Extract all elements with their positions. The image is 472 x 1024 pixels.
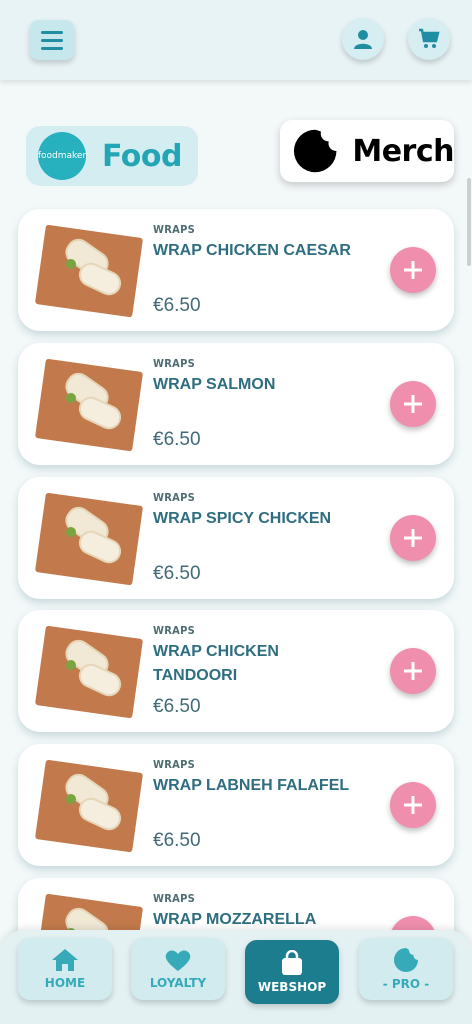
pro-icon: [394, 948, 418, 972]
product-category: WRAPS: [153, 223, 196, 236]
nav-loyalty-label: LOYALTY: [149, 976, 207, 990]
add-to-cart-button[interactable]: [390, 247, 436, 293]
hamburger-line: [41, 46, 63, 50]
hamburger-line: [41, 38, 63, 42]
account-button[interactable]: [342, 18, 384, 60]
product-image: [34, 224, 144, 318]
product-name: WRAP SPICY CHICKEN: [153, 510, 332, 527]
product-image: [34, 625, 144, 719]
category-label-merch: Merch: [352, 133, 454, 169]
add-to-cart-button[interactable]: [390, 782, 436, 828]
product-name: WRAP MOZZARELLA: [153, 911, 317, 928]
product-name: WRAP CHICKEN TANDOORI: [153, 643, 279, 684]
product-card[interactable]: WRAPS WRAP CHICKEN TANDOORI €6.50: [18, 610, 454, 732]
nav-pro-label: - PRO -: [382, 977, 430, 991]
product-card[interactable]: WRAPS WRAP LABNEH FALAFEL €6.50: [18, 744, 454, 866]
product-name: WRAP CHICKEN CAESAR: [153, 242, 351, 259]
add-to-cart-button[interactable]: [390, 648, 436, 694]
product-category: WRAPS: [153, 758, 196, 771]
cart-button[interactable]: [408, 18, 450, 60]
scrollbar-thumb[interactable]: [467, 178, 471, 266]
hamburger-menu-icon: [41, 30, 63, 34]
product-image: [34, 492, 144, 586]
add-to-cart-button[interactable]: [390, 515, 436, 561]
bottom-navigation: HOME LOYALTY WEBSHOP - PRO -: [0, 930, 472, 1024]
top-bar: [0, 0, 472, 80]
product-name: WRAP SALMON: [153, 376, 276, 393]
nav-home[interactable]: HOME: [18, 938, 112, 1000]
menu-button[interactable]: [30, 20, 74, 60]
product-card[interactable]: WRAPS WRAP SALMON €6.50: [18, 343, 454, 465]
shopping-bag-icon: [282, 950, 302, 975]
plus-icon: [404, 395, 422, 413]
merch-logo-icon: [293, 129, 337, 173]
home-icon: [52, 949, 78, 971]
category-label-food: Food: [102, 138, 182, 174]
product-price: €6.50: [153, 429, 201, 450]
product-price: €6.50: [153, 295, 201, 316]
nav-loyalty[interactable]: LOYALTY: [131, 938, 225, 1000]
user-icon: [354, 30, 372, 49]
plus-icon: [404, 261, 422, 279]
heart-icon: [165, 950, 191, 971]
product-image: [34, 759, 144, 853]
nav-webshop[interactable]: WEBSHOP: [245, 940, 339, 1004]
product-price: €6.50: [153, 696, 201, 717]
category-tab-food[interactable]: foodmaker Food: [26, 126, 198, 186]
product-category: WRAPS: [153, 892, 196, 905]
plus-icon: [404, 796, 422, 814]
product-image: [34, 358, 144, 452]
plus-icon: [404, 529, 422, 547]
product-price: €6.50: [153, 830, 201, 851]
category-tab-merch[interactable]: Merch: [280, 120, 454, 182]
cart-icon: [419, 28, 440, 48]
nav-pro[interactable]: - PRO -: [359, 938, 453, 1000]
product-card[interactable]: WRAPS WRAP CHICKEN CAESAR €6.50: [18, 209, 454, 331]
product-price: €6.50: [153, 563, 201, 584]
product-category: WRAPS: [153, 624, 196, 637]
product-category: WRAPS: [153, 357, 196, 370]
plus-icon: [404, 662, 422, 680]
add-to-cart-button[interactable]: [390, 381, 436, 427]
foodmaker-logo: foodmaker: [38, 132, 86, 180]
product-name: WRAP LABNEH FALAFEL: [153, 777, 350, 794]
product-category: WRAPS: [153, 491, 196, 504]
nav-home-label: HOME: [44, 976, 86, 990]
scrollbar[interactable]: [466, 80, 472, 930]
product-card[interactable]: WRAPS WRAP SPICY CHICKEN €6.50: [18, 477, 454, 599]
nav-webshop-label: WEBSHOP: [257, 980, 327, 994]
